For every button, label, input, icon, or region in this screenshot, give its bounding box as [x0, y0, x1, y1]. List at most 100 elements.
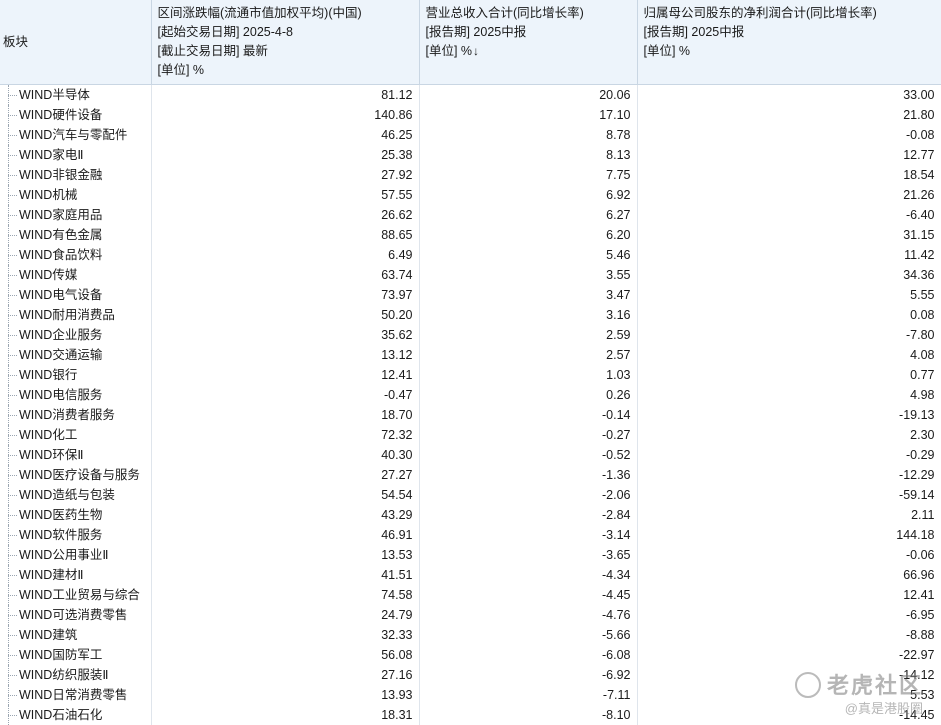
column-header-sector[interactable]: 板块	[0, 0, 151, 85]
price-change-cell: 43.29	[151, 505, 419, 525]
sort-descending-icon[interactable]: ↓	[473, 44, 479, 58]
tree-connector-icon	[6, 305, 18, 325]
tree-connector-icon	[6, 465, 18, 485]
revenue-growth-cell: 5.46	[419, 245, 637, 265]
sector-name-cell: WIND造纸与包装	[0, 485, 151, 505]
table-row[interactable]: WIND可选消费零售24.79-4.76-6.95	[0, 605, 941, 625]
table-row[interactable]: WIND建筑32.33-5.66-8.88	[0, 625, 941, 645]
table-row[interactable]: WIND纺织服装Ⅱ27.16-6.92-14.12	[0, 665, 941, 685]
price-change-cell: 63.74	[151, 265, 419, 285]
table-row[interactable]: WIND食品饮料6.495.4611.42	[0, 245, 941, 265]
tree-connector-icon	[6, 125, 18, 145]
sector-name-cell: WIND家电Ⅱ	[0, 145, 151, 165]
table-row[interactable]: WIND半导体81.1220.0633.00	[0, 85, 941, 106]
net-profit-growth-cell: 12.41	[637, 585, 941, 605]
table-row[interactable]: WIND电气设备73.973.475.55	[0, 285, 941, 305]
revenue-growth-cell: -7.11	[419, 685, 637, 705]
net-profit-growth-cell: 5.55	[637, 285, 941, 305]
tree-connector-icon	[6, 185, 18, 205]
table-row[interactable]: WIND建材Ⅱ41.51-4.3466.96	[0, 565, 941, 585]
header-line: 营业总收入合计(同比增长率)	[426, 4, 631, 23]
price-change-cell: 27.92	[151, 165, 419, 185]
table-row[interactable]: WIND日常消费零售13.93-7.115.53	[0, 685, 941, 705]
revenue-growth-cell: -5.66	[419, 625, 637, 645]
net-profit-growth-cell: -59.14	[637, 485, 941, 505]
table-row[interactable]: WIND石油石化18.31-8.10-14.45	[0, 705, 941, 725]
price-change-cell: 46.25	[151, 125, 419, 145]
column-header-revenue-growth[interactable]: 营业总收入合计(同比增长率) [报告期] 2025中报 [单位] %↓	[419, 0, 637, 85]
price-change-cell: 26.62	[151, 205, 419, 225]
table-row[interactable]: WIND公用事业Ⅱ13.53-3.65-0.06	[0, 545, 941, 565]
sector-name: WIND可选消费零售	[19, 608, 127, 622]
header-label: 板块	[3, 35, 28, 49]
table-row[interactable]: WIND环保Ⅱ40.30-0.52-0.29	[0, 445, 941, 465]
revenue-growth-cell: -4.45	[419, 585, 637, 605]
column-header-price-change[interactable]: 区间涨跌幅(流通市值加权平均)(中国) [起始交易日期] 2025-4-8 [截…	[151, 0, 419, 85]
net-profit-growth-cell: 34.36	[637, 265, 941, 285]
net-profit-growth-cell: 21.80	[637, 105, 941, 125]
tree-connector-icon	[6, 525, 18, 545]
net-profit-growth-cell: 5.53	[637, 685, 941, 705]
sector-name: WIND机械	[19, 188, 77, 202]
table-row[interactable]: WIND企业服务35.622.59-7.80	[0, 325, 941, 345]
tree-connector-icon	[6, 425, 18, 445]
table-row[interactable]: WIND电信服务-0.470.264.98	[0, 385, 941, 405]
table-row[interactable]: WIND家电Ⅱ25.388.1312.77	[0, 145, 941, 165]
sector-name-cell: WIND工业贸易与综合	[0, 585, 151, 605]
tree-connector-icon	[6, 165, 18, 185]
table-row[interactable]: WIND传媒63.743.5534.36	[0, 265, 941, 285]
table-row[interactable]: WIND国防军工56.08-6.08-22.97	[0, 645, 941, 665]
table-row[interactable]: WIND造纸与包装54.54-2.06-59.14	[0, 485, 941, 505]
net-profit-growth-cell: 66.96	[637, 565, 941, 585]
sector-name-cell: WIND耐用消费品	[0, 305, 151, 325]
table-row[interactable]: WIND化工72.32-0.272.30	[0, 425, 941, 445]
header-row: 板块 区间涨跌幅(流通市值加权平均)(中国) [起始交易日期] 2025-4-8…	[0, 0, 941, 85]
sector-name: WIND化工	[19, 428, 77, 442]
table-row[interactable]: WIND银行12.411.030.77	[0, 365, 941, 385]
table-row[interactable]: WIND消费者服务18.70-0.14-19.13	[0, 405, 941, 425]
table-row[interactable]: WIND家庭用品26.626.27-6.40	[0, 205, 941, 225]
revenue-growth-cell: 3.47	[419, 285, 637, 305]
table-row[interactable]: WIND有色金属88.656.2031.15	[0, 225, 941, 245]
price-change-cell: 81.12	[151, 85, 419, 106]
tree-connector-icon	[6, 345, 18, 365]
sector-name-cell: WIND环保Ⅱ	[0, 445, 151, 465]
sector-name: WIND有色金属	[19, 228, 102, 242]
revenue-growth-cell: -0.52	[419, 445, 637, 465]
price-change-cell: 27.16	[151, 665, 419, 685]
table-row[interactable]: WIND交通运输13.122.574.08	[0, 345, 941, 365]
tree-connector-icon	[6, 85, 18, 105]
net-profit-growth-cell: -22.97	[637, 645, 941, 665]
sector-name-cell: WIND机械	[0, 185, 151, 205]
tree-connector-icon	[6, 585, 18, 605]
sector-name: WIND家庭用品	[19, 208, 102, 222]
data-table: 板块 区间涨跌幅(流通市值加权平均)(中国) [起始交易日期] 2025-4-8…	[0, 0, 941, 725]
net-profit-growth-cell: -8.88	[637, 625, 941, 645]
table-row[interactable]: WIND汽车与零配件46.258.78-0.08	[0, 125, 941, 145]
sector-name-cell: WIND医疗设备与服务	[0, 465, 151, 485]
sector-name: WIND国防军工	[19, 648, 102, 662]
sector-name-cell: WIND企业服务	[0, 325, 151, 345]
price-change-cell: 12.41	[151, 365, 419, 385]
table-row[interactable]: WIND工业贸易与综合74.58-4.4512.41	[0, 585, 941, 605]
table-row[interactable]: WIND硬件设备140.8617.1021.80	[0, 105, 941, 125]
column-header-net-profit-growth[interactable]: 归属母公司股东的净利润合计(同比增长率) [报告期] 2025中报 [单位] %	[637, 0, 941, 85]
sector-name: WIND非银金融	[19, 168, 102, 182]
revenue-growth-cell: 8.13	[419, 145, 637, 165]
net-profit-growth-cell: 11.42	[637, 245, 941, 265]
price-change-cell: 25.38	[151, 145, 419, 165]
tree-connector-icon	[6, 325, 18, 345]
table-row[interactable]: WIND医药生物43.29-2.842.11	[0, 505, 941, 525]
sector-name: WIND电信服务	[19, 388, 102, 402]
sector-name-cell: WIND家庭用品	[0, 205, 151, 225]
net-profit-growth-cell: -19.13	[637, 405, 941, 425]
table-row[interactable]: WIND医疗设备与服务27.27-1.36-12.29	[0, 465, 941, 485]
table-row[interactable]: WIND耐用消费品50.203.160.08	[0, 305, 941, 325]
net-profit-growth-cell: -14.12	[637, 665, 941, 685]
net-profit-growth-cell: 4.08	[637, 345, 941, 365]
sector-name-cell: WIND非银金融	[0, 165, 151, 185]
table-row[interactable]: WIND非银金融27.927.7518.54	[0, 165, 941, 185]
table-row[interactable]: WIND机械57.556.9221.26	[0, 185, 941, 205]
table-row[interactable]: WIND软件服务46.91-3.14144.18	[0, 525, 941, 545]
header-line: [报告期] 2025中报	[644, 23, 935, 42]
